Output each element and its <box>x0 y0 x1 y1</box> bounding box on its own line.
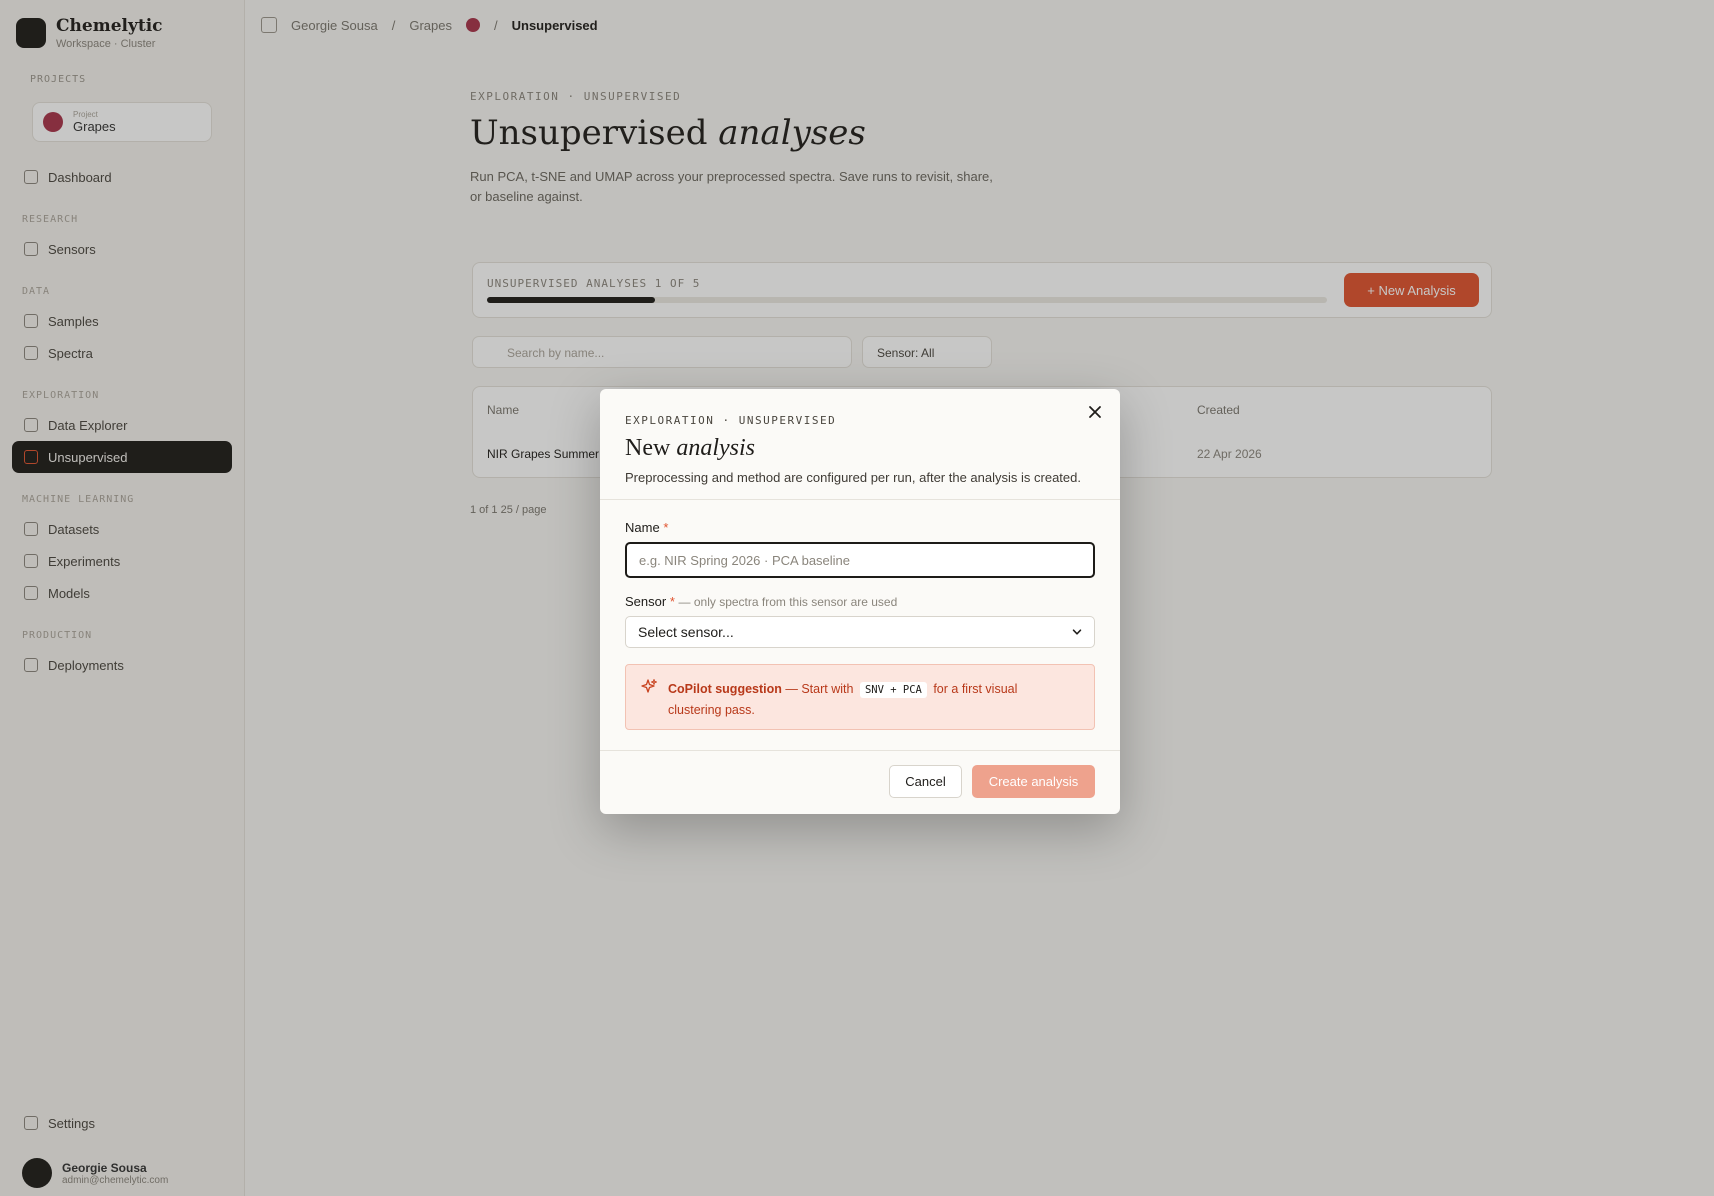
divider <box>600 499 1120 500</box>
modal-title: New analysis <box>625 435 755 461</box>
modal-description: Preprocessing and method are configured … <box>625 470 1081 485</box>
copilot-code: SNV + PCA <box>859 682 927 698</box>
required-mark: * <box>663 520 669 535</box>
cancel-button[interactable]: Cancel <box>889 765 962 798</box>
divider <box>600 750 1120 751</box>
name-input[interactable] <box>625 542 1095 578</box>
copilot-title: CoPilot suggestion <box>668 682 782 696</box>
sensor-select[interactable]: Select sensor... <box>625 616 1095 648</box>
chevron-down-icon <box>1072 629 1082 635</box>
create-analysis-button[interactable]: Create analysis <box>972 765 1095 798</box>
name-label: Name * <box>625 520 669 535</box>
copilot-text: CoPilot suggestion — Start with SNV + PC… <box>668 679 1074 720</box>
sensor-select-value: Select sensor... <box>638 624 734 640</box>
sensor-hint: — only spectra from this sensor are used <box>678 595 898 609</box>
copilot-pre: — Start with <box>785 682 854 696</box>
modal-eyebrow: EXPLORATION · UNSUPERVISED <box>625 414 837 427</box>
required-mark: * <box>669 594 675 609</box>
copilot-suggestion: CoPilot suggestion — Start with SNV + PC… <box>625 664 1095 730</box>
new-analysis-dialog: EXPLORATION · UNSUPERVISED New analysis … <box>600 389 1120 814</box>
sensor-label: Sensor * — only spectra from this sensor… <box>625 594 898 609</box>
sparkle-icon <box>641 679 657 693</box>
